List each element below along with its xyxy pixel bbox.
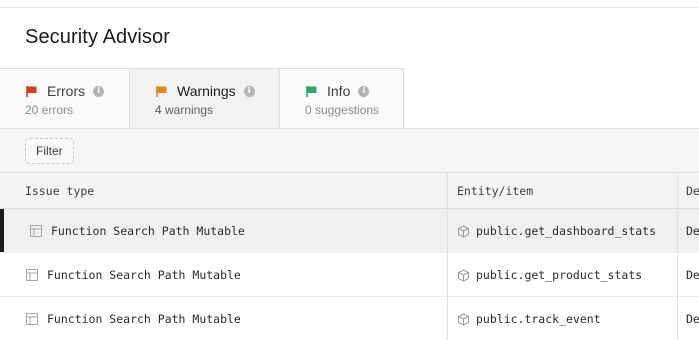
advisor-tabs: Errors i 20 errors Warnings i 4 warnings…: [0, 68, 699, 129]
filter-button[interactable]: Filter: [25, 138, 74, 164]
description-cell: De: [686, 224, 699, 238]
flag-icon: [306, 85, 317, 97]
entity-text: public.get_product_stats: [476, 268, 643, 282]
entity-cell: public.get_product_stats: [457, 253, 642, 297]
cube-icon: [458, 224, 469, 238]
tab-info[interactable]: Info i 0 suggestions: [280, 68, 404, 129]
tab-warnings-label: Warnings: [177, 83, 236, 99]
table-header: Issue type Entity/item De: [0, 172, 699, 209]
column-divider[interactable]: [677, 173, 678, 208]
tab-errors[interactable]: Errors i 20 errors: [0, 68, 130, 129]
issue-cell: Function Search Path Mutable: [26, 253, 241, 297]
info-icon[interactable]: i: [358, 85, 370, 97]
column-divider: [447, 209, 448, 252]
description-cell: De: [686, 268, 699, 282]
column-header-description[interactable]: De: [686, 173, 699, 208]
info-icon[interactable]: i: [93, 85, 105, 97]
entity-cell: public.track_event: [457, 297, 601, 340]
column-divider: [677, 297, 678, 340]
table-icon: [26, 269, 38, 281]
table-icon: [30, 225, 42, 237]
flag-icon: [26, 85, 37, 97]
cube-icon: [458, 268, 469, 282]
issue-cell: Function Search Path Mutable: [26, 297, 241, 340]
column-divider: [677, 253, 678, 296]
tab-info-count: 0 suggestions: [305, 103, 380, 117]
column-divider: [677, 209, 678, 252]
column-divider: [447, 253, 448, 296]
entity-text: public.get_dashboard_stats: [476, 224, 657, 238]
column-header-issue-type[interactable]: Issue type: [25, 173, 94, 208]
table-row[interactable]: Function Search Path Mutable public.get_…: [0, 253, 699, 297]
table-row[interactable]: Function Search Path Mutable public.get_…: [0, 209, 699, 253]
tab-warnings-count: 4 warnings: [155, 103, 214, 117]
column-header-entity[interactable]: Entity/item: [457, 173, 533, 208]
tab-errors-label: Errors: [47, 83, 86, 99]
description-cell: De: [686, 312, 699, 326]
issue-type-text: Function Search Path Mutable: [47, 268, 241, 282]
tab-warnings[interactable]: Warnings i 4 warnings: [129, 68, 280, 129]
column-divider: [447, 297, 448, 340]
page-header: Security Advisor: [0, 8, 699, 69]
tab-info-label: Info: [327, 83, 351, 99]
table-row[interactable]: Function Search Path Mutable public.trac…: [0, 297, 699, 340]
issue-type-text: Function Search Path Mutable: [51, 224, 245, 238]
issue-cell: Function Search Path Mutable: [30, 209, 245, 253]
entity-cell: public.get_dashboard_stats: [457, 209, 656, 253]
cube-icon: [458, 312, 469, 326]
entity-text: public.track_event: [476, 312, 601, 326]
issue-type-text: Function Search Path Mutable: [47, 312, 241, 326]
row-selected-indicator: [0, 209, 4, 252]
filter-bar: Filter: [0, 128, 699, 172]
page-title: Security Advisor: [25, 26, 170, 48]
column-divider[interactable]: [447, 173, 448, 208]
table-icon: [26, 313, 38, 325]
tab-errors-count: 20 errors: [25, 103, 74, 117]
issues-table: Issue type Entity/item De Function Searc…: [0, 172, 699, 340]
flag-icon: [156, 85, 167, 97]
info-icon[interactable]: i: [243, 85, 255, 97]
